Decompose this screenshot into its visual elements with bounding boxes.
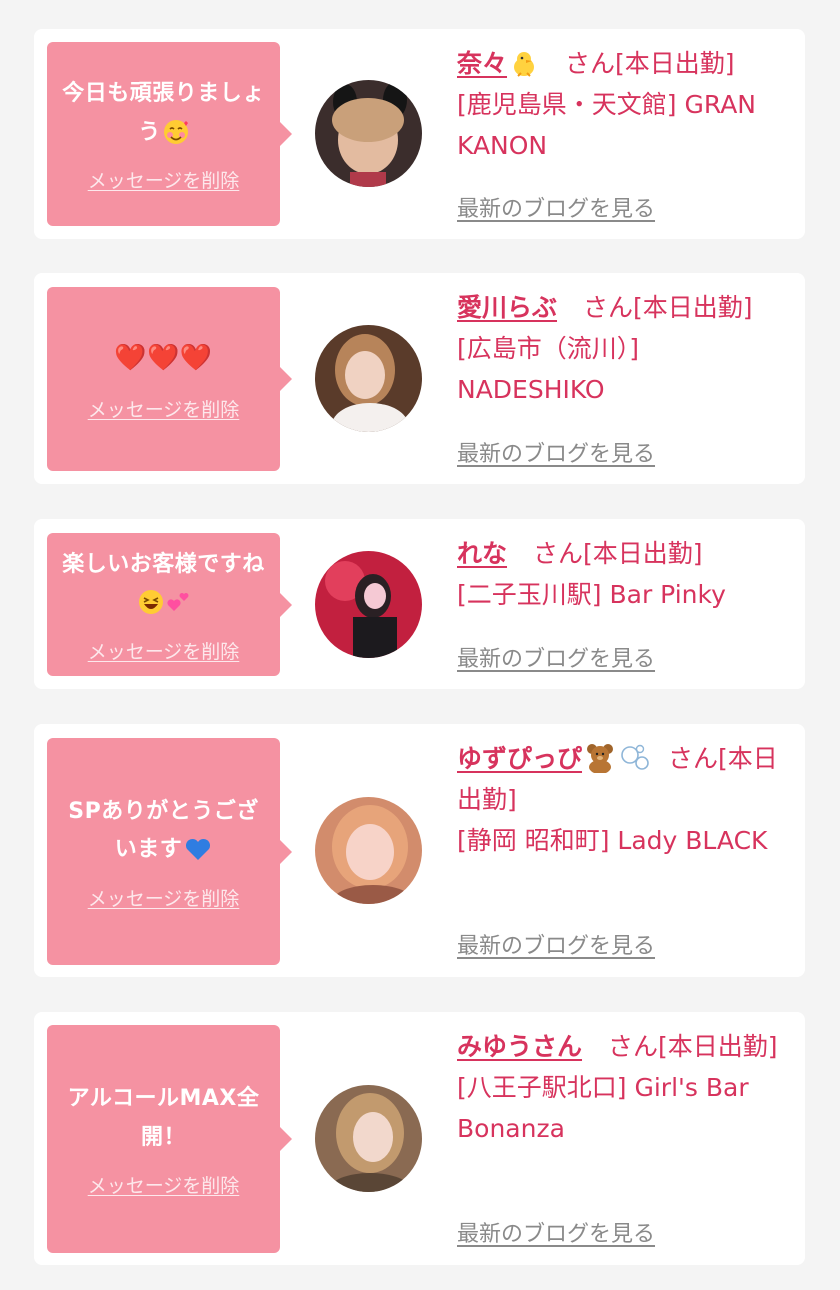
cast-info: 愛川らぶ さん[本日出勤] [広島市（流川）] NADESHIKO	[457, 287, 792, 410]
cast-avatar[interactable]	[315, 797, 422, 904]
latest-blog-link[interactable]: 最新のブログを見る	[457, 191, 655, 223]
cast-info: れな さん[本日出勤] [二子玉川駅] Bar Pinky	[457, 533, 792, 615]
work-status: [本日出勤]	[632, 293, 753, 322]
cast-name-link[interactable]: 奈々	[457, 49, 539, 78]
cast-photo-icon	[315, 80, 422, 187]
message-card: アルコールMAX全開！ メッセージを削除 みゆうさん さん[本日出勤] [八王子…	[34, 1012, 805, 1265]
cast-name-link[interactable]: ゆずぴっぴ	[457, 744, 650, 773]
message-bubble: 楽しいお客様ですね メッセージを削除	[47, 533, 292, 676]
cast-info: ゆずぴっぴ さん[本日出勤] [静岡 昭和町] Lady BLACK	[457, 738, 802, 861]
smiling-face-with-hearts-icon	[163, 119, 188, 144]
work-status: [本日出勤]	[582, 539, 703, 568]
latest-blog-link[interactable]: 最新のブログを見る	[457, 641, 655, 673]
honorific: さん	[532, 539, 583, 568]
cast-photo-icon	[315, 797, 422, 904]
cast-location: [鹿児島県・天文館]	[457, 90, 677, 119]
message-text: 楽しいお客様ですね	[59, 546, 268, 623]
cast-info: 奈々 さん[本日出勤] [鹿児島県・天文館] GRAN KANON	[457, 43, 792, 166]
delete-message-link[interactable]: メッセージを削除	[88, 395, 240, 422]
latest-blog-link[interactable]: 最新のブログを見る	[457, 928, 655, 960]
delete-message-link[interactable]: メッセージを削除	[88, 884, 240, 911]
message-bubble: SPありがとうございます メッセージを削除	[47, 738, 292, 965]
message-card: 今日も頑張りましょう メッセージを削除 奈々 さん[本日出勤] [鹿児島県・天文…	[34, 29, 805, 239]
work-status: [本日出勤]	[657, 1032, 778, 1061]
latest-blog-link[interactable]: 最新のブログを見る	[457, 436, 655, 468]
cast-info: みゆうさん さん[本日出勤] [八王子駅北口] Girl's Bar Bonan…	[457, 1026, 797, 1149]
message-card: SPありがとうございます メッセージを削除 ゆずぴっぴ さん[本日出勤] [静岡…	[34, 724, 805, 977]
work-status: [本日出勤]	[614, 49, 735, 78]
message-text: SPありがとうございます	[68, 798, 259, 863]
cast-name-link[interactable]: れな	[457, 539, 507, 568]
teddy-bear-icon	[587, 744, 614, 773]
delete-message-link[interactable]: メッセージを削除	[88, 1171, 240, 1198]
cast-location: [二子玉川駅]	[457, 580, 602, 609]
cast-location: [静岡 昭和町]	[457, 826, 610, 855]
message-text: ❤️❤️❤️	[114, 342, 213, 373]
cast-avatar[interactable]	[315, 325, 422, 432]
delete-message-link[interactable]: メッセージを削除	[88, 637, 240, 664]
cast-photo-icon	[315, 551, 422, 658]
cast-photo-icon	[315, 325, 422, 432]
message-bubble: アルコールMAX全開！ メッセージを削除	[47, 1025, 292, 1253]
message-bubble: ❤️❤️❤️ メッセージを削除	[47, 287, 292, 471]
cast-photo-icon	[315, 1085, 422, 1192]
honorific: さん	[582, 293, 633, 322]
cast-location: [広島市（流川）]	[457, 334, 640, 363]
message-card: ❤️❤️❤️ メッセージを削除 愛川らぶ さん[本日出勤] [広島市（流川）] …	[34, 273, 805, 484]
message-bubble: 今日も頑張りましょう メッセージを削除	[47, 42, 292, 226]
shop-name: Lady BLACK	[617, 826, 768, 855]
message-card: 楽しいお客様ですね メッセージを削除 れな さん[本日出勤] [二子玉川駅] B…	[34, 519, 805, 689]
cast-name-link[interactable]: みゆうさん	[457, 1032, 582, 1061]
bubbles-icon	[621, 744, 649, 770]
latest-blog-link[interactable]: 最新のブログを見る	[457, 1216, 655, 1248]
cast-avatar[interactable]	[315, 551, 422, 658]
message-text: 今日も頑張りましょう	[62, 81, 265, 145]
cast-avatar[interactable]	[315, 80, 422, 187]
delete-message-link[interactable]: メッセージを削除	[88, 166, 240, 193]
honorific: さん	[564, 49, 615, 78]
shop-name: NADESHIKO	[457, 375, 605, 404]
cast-avatar[interactable]	[315, 1085, 422, 1192]
message-list: 今日も頑張りましょう メッセージを削除 奈々 さん[本日出勤] [鹿児島県・天文…	[0, 0, 840, 1290]
two-hearts-icon	[166, 593, 188, 611]
honorific: さん	[667, 744, 718, 773]
cast-location: [八王子駅北口]	[457, 1073, 627, 1102]
blue-heart-icon	[186, 838, 211, 860]
cast-name-link[interactable]: 愛川らぶ	[457, 293, 557, 322]
shop-name: Bar Pinky	[609, 580, 726, 609]
baby-chick-icon	[514, 52, 535, 77]
message-text: アルコールMAX全開！	[67, 1086, 260, 1150]
honorific: さん	[607, 1032, 658, 1061]
grinning-squinting-face-icon	[138, 590, 163, 614]
